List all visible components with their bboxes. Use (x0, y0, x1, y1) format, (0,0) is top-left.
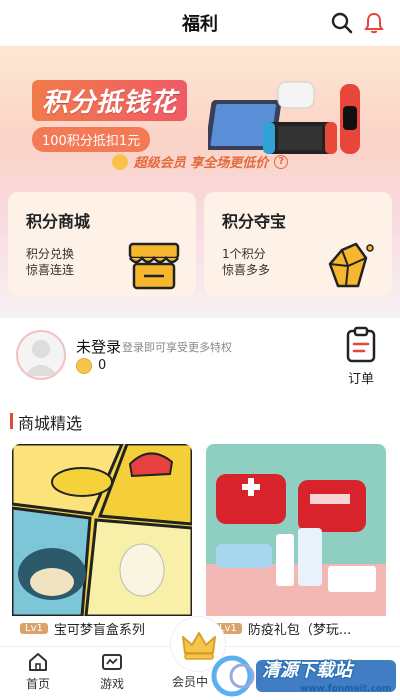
order-icon[interactable] (344, 326, 378, 364)
coin-icon (76, 358, 92, 374)
banner-title: 积分抵钱花 (32, 80, 188, 121)
product-card[interactable]: Lv1 防疫礼包（梦玩... (206, 444, 386, 640)
login-status[interactable]: 未登录 (76, 336, 121, 357)
tab-game[interactable]: 游戏 (82, 651, 142, 692)
hero-banner[interactable]: 积分抵钱花 100积分抵扣1元 超级会员 享全场更低价 ? 积分商城 积分兑换 … (0, 46, 400, 316)
pokemon-blindbox-image (12, 444, 192, 616)
smile-icon (111, 153, 128, 170)
user-bar: 未登录 登录即可享受更多特权 0 订单 (0, 318, 400, 398)
points-mall-card[interactable]: 积分商城 积分兑换 惊喜连连 (8, 192, 196, 296)
tab-label: 首页 (25, 677, 50, 691)
home-icon (29, 653, 47, 671)
vip-text: 超级会员 享全场更低价 (133, 156, 269, 171)
watermark-url: www.fonmeit.com (300, 684, 392, 694)
product-name: 宝可梦盲盒系列 (53, 623, 145, 638)
game-icon (102, 654, 122, 670)
search-icon[interactable] (330, 11, 354, 35)
bell-icon[interactable] (362, 11, 386, 35)
section-accent-bar (10, 413, 13, 429)
product-card[interactable]: Lv1 宝可梦盲盒系列 (12, 444, 192, 640)
card-title: 积分商城 (26, 212, 91, 231)
tab-label: 游戏 (99, 677, 124, 691)
user-placeholder-icon (24, 340, 58, 376)
epidemic-kit-image (206, 444, 386, 616)
points-value: 0 (98, 358, 107, 373)
tab-home[interactable]: 首页 (8, 651, 68, 692)
card-title: 积分夺宝 (222, 212, 287, 231)
gem-icon (328, 242, 374, 288)
card-desc: 积分兑换 惊喜连连 (26, 247, 75, 277)
level-badge: Lv1 (20, 623, 48, 634)
page-title: 福利 (182, 14, 218, 35)
help-icon[interactable]: ? (274, 154, 289, 169)
watermark-text: 清源下载站 (262, 660, 352, 681)
section-title: 商城精选 (18, 414, 83, 433)
top-header: 福利 (0, 0, 400, 46)
order-label[interactable]: 订单 (348, 368, 374, 387)
banner-subtitle: 100积分抵扣1元 (32, 127, 151, 152)
shop-icon (128, 242, 180, 290)
section-header: 商城精选 (0, 398, 400, 442)
card-desc: 1个积分 惊喜多多 (222, 247, 271, 277)
avatar[interactable] (16, 330, 66, 380)
points-treasure-card[interactable]: 积分夺宝 1个积分 惊喜多多 (204, 192, 392, 296)
login-hint: 登录即可享受更多特权 (122, 341, 232, 354)
product-name: 防疫礼包（梦玩... (247, 623, 352, 638)
vip-promo[interactable]: 超级会员 享全场更低价 ? (0, 152, 400, 171)
